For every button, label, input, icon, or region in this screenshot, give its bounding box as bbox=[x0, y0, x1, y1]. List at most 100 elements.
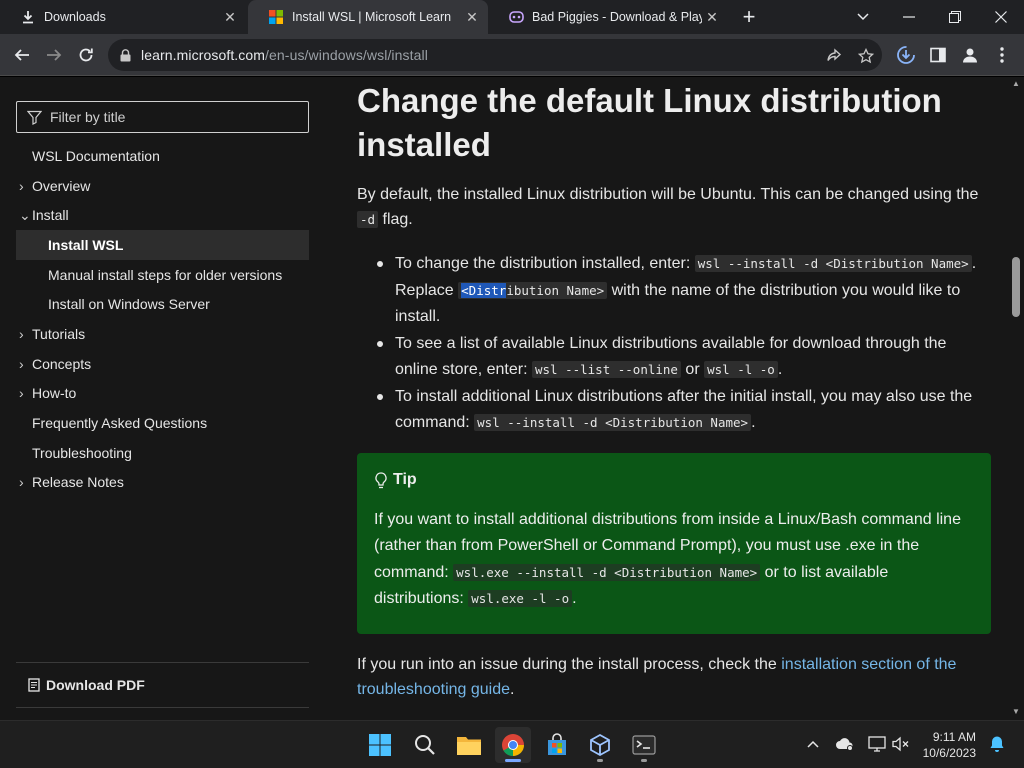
tip-heading: Tip bbox=[374, 471, 974, 489]
tip-callout: Tip If you want to install additional di… bbox=[357, 453, 991, 634]
toc-item-concepts[interactable]: › Concepts bbox=[16, 349, 309, 379]
lightbulb-icon bbox=[374, 471, 388, 489]
terminal-icon[interactable] bbox=[626, 727, 662, 763]
side-panel-icon[interactable] bbox=[924, 41, 952, 69]
restore-icon[interactable] bbox=[932, 0, 978, 34]
clock-time: 9:11 AM bbox=[932, 730, 976, 744]
reload-icon[interactable] bbox=[72, 41, 100, 69]
tab-downloads[interactable]: Downloads ✕ bbox=[0, 0, 246, 34]
filter-placeholder: Filter by title bbox=[50, 109, 126, 125]
tab-title: Bad Piggies - Download & Play bbox=[532, 10, 702, 24]
intro-paragraph: By default, the installed Linux distribu… bbox=[357, 186, 979, 228]
list-item: To change the distribution installed, en… bbox=[357, 251, 989, 331]
browser-toolbar: learn.microsoft.com/en-us/windows/wsl/in… bbox=[0, 34, 1024, 76]
toc-item-manual-install[interactable]: Manual install steps for older versions bbox=[16, 260, 309, 290]
code-snippet: wsl -l -o bbox=[704, 361, 778, 378]
toc-item-label: Release Notes bbox=[32, 474, 124, 491]
code-snippet: wsl --install -d <Distribution Name> bbox=[474, 414, 752, 431]
virtualbox-icon[interactable] bbox=[582, 727, 618, 763]
code-snippet-selected: <Distribution Name> bbox=[458, 281, 608, 299]
toc-item-label: Manual install steps for older versions bbox=[48, 266, 283, 283]
toc-item-tutorials[interactable]: › Tutorials bbox=[16, 319, 309, 349]
chevron-down-icon[interactable]: ⌄ bbox=[19, 200, 31, 230]
page-title: Change the default Linux distribution in… bbox=[357, 82, 942, 163]
page-scrollbar[interactable]: ▲ ▼ bbox=[1008, 77, 1024, 720]
windows-start-icon[interactable] bbox=[362, 727, 398, 763]
toc-item-label: Install WSL bbox=[48, 236, 124, 253]
lock-icon[interactable] bbox=[120, 48, 131, 62]
toc-sidebar: Filter by title WSL Documentation › Over… bbox=[0, 77, 326, 720]
close-icon[interactable]: ✕ bbox=[702, 9, 722, 26]
toc-item-release-notes[interactable]: › Release Notes bbox=[16, 468, 309, 498]
volume-muted-icon[interactable] bbox=[890, 733, 912, 755]
menu-dots-icon[interactable] bbox=[988, 41, 1016, 69]
toc-item-label: Concepts bbox=[32, 355, 92, 372]
forward-icon[interactable] bbox=[40, 41, 68, 69]
chevron-right-icon[interactable]: › bbox=[19, 171, 24, 201]
tip-body: If you want to install additional distri… bbox=[374, 511, 961, 607]
scrollbar-thumb[interactable] bbox=[1012, 257, 1020, 317]
page-content: Filter by title WSL Documentation › Over… bbox=[0, 77, 1024, 720]
notification-bell-icon[interactable] bbox=[986, 733, 1008, 755]
toc-item-troubleshooting[interactable]: Troubleshooting bbox=[16, 438, 309, 468]
file-explorer-icon[interactable] bbox=[451, 727, 487, 763]
tab-title: Downloads bbox=[44, 10, 106, 24]
code-snippet: wsl --list --online bbox=[531, 361, 681, 378]
downloads-icon[interactable] bbox=[892, 41, 920, 69]
toc-item-label: Install bbox=[32, 207, 69, 224]
article: Change the default Linux distribution in… bbox=[357, 77, 997, 720]
bullet-list: To change the distribution installed, en… bbox=[357, 251, 989, 437]
close-icon[interactable]: ✕ bbox=[462, 9, 482, 26]
minimize-icon[interactable] bbox=[886, 0, 932, 34]
scroll-up-icon[interactable]: ▲ bbox=[1012, 79, 1020, 88]
toc-item-label: Tutorials bbox=[32, 325, 86, 342]
tab-title: Install WSL | Microsoft Learn bbox=[292, 10, 452, 24]
network-icon[interactable] bbox=[866, 733, 888, 755]
tab-search-icon[interactable] bbox=[840, 0, 886, 34]
tab-install-wsl[interactable]: Install WSL | Microsoft Learn ✕ bbox=[248, 0, 488, 34]
toc-item-how-to[interactable]: › How-to bbox=[16, 379, 309, 409]
share-icon[interactable] bbox=[822, 44, 846, 68]
profile-icon[interactable] bbox=[956, 41, 984, 69]
troubleshoot-paragraph: If you run into an issue during the inst… bbox=[357, 656, 957, 698]
download-pdf-label: Download PDF bbox=[46, 677, 145, 693]
toc-item-faq[interactable]: Frequently Asked Questions bbox=[16, 408, 309, 438]
system-clock[interactable]: 9:11 AM 10/6/2023 bbox=[914, 729, 976, 761]
chevron-right-icon[interactable]: › bbox=[19, 468, 24, 498]
chrome-taskbar-icon[interactable] bbox=[495, 727, 531, 763]
windows-taskbar: 9:11 AM 10/6/2023 bbox=[0, 720, 1024, 768]
text-selection: <Distr bbox=[461, 282, 507, 298]
new-tab-button[interactable]: + bbox=[736, 4, 762, 30]
close-icon[interactable]: ✕ bbox=[220, 9, 240, 26]
bookmark-star-icon[interactable] bbox=[854, 44, 878, 68]
search-icon[interactable] bbox=[407, 727, 443, 763]
back-icon[interactable] bbox=[8, 41, 36, 69]
chevron-right-icon[interactable]: › bbox=[19, 379, 24, 409]
toc-item-label: Overview bbox=[32, 177, 91, 194]
code-snippet: wsl.exe -l -o bbox=[468, 589, 573, 607]
toc-item-install-wsl[interactable]: Install WSL bbox=[16, 230, 309, 260]
toc-item-wsl-documentation[interactable]: WSL Documentation bbox=[16, 141, 309, 171]
chevron-right-icon[interactable]: › bbox=[19, 349, 24, 379]
toc-item-overview[interactable]: › Overview bbox=[16, 171, 309, 201]
tab-strip: Downloads ✕ Install WSL | Microsoft Lear… bbox=[0, 0, 1024, 34]
clock-date: 10/6/2023 bbox=[922, 746, 976, 760]
microsoft-store-icon[interactable] bbox=[539, 727, 575, 763]
chevron-right-icon[interactable]: › bbox=[19, 319, 24, 349]
url-text: learn.microsoft.com/en-us/windows/wsl/in… bbox=[141, 47, 428, 63]
game-controller-icon bbox=[508, 9, 524, 25]
download-icon bbox=[20, 9, 36, 25]
address-bar[interactable]: learn.microsoft.com/en-us/windows/wsl/in… bbox=[108, 39, 882, 71]
window-close-icon[interactable] bbox=[978, 0, 1024, 34]
onedrive-icon[interactable] bbox=[834, 733, 856, 755]
toc-item-label: Install on Windows Server bbox=[48, 296, 210, 313]
scroll-down-icon[interactable]: ▼ bbox=[1012, 707, 1020, 716]
chevron-up-icon[interactable] bbox=[802, 733, 824, 755]
download-pdf-link[interactable]: Download PDF bbox=[16, 662, 309, 708]
toc-item-install[interactable]: ⌄ Install bbox=[16, 200, 309, 230]
filter-input[interactable]: Filter by title bbox=[16, 101, 309, 133]
list-item: To install additional Linux distribution… bbox=[357, 384, 989, 437]
tab-bad-piggies[interactable]: Bad Piggies - Download & Play ✕ bbox=[488, 0, 728, 34]
list-item: To see a list of available Linux distrib… bbox=[357, 331, 989, 384]
toc-item-install-windows-server[interactable]: Install on Windows Server bbox=[16, 289, 309, 319]
